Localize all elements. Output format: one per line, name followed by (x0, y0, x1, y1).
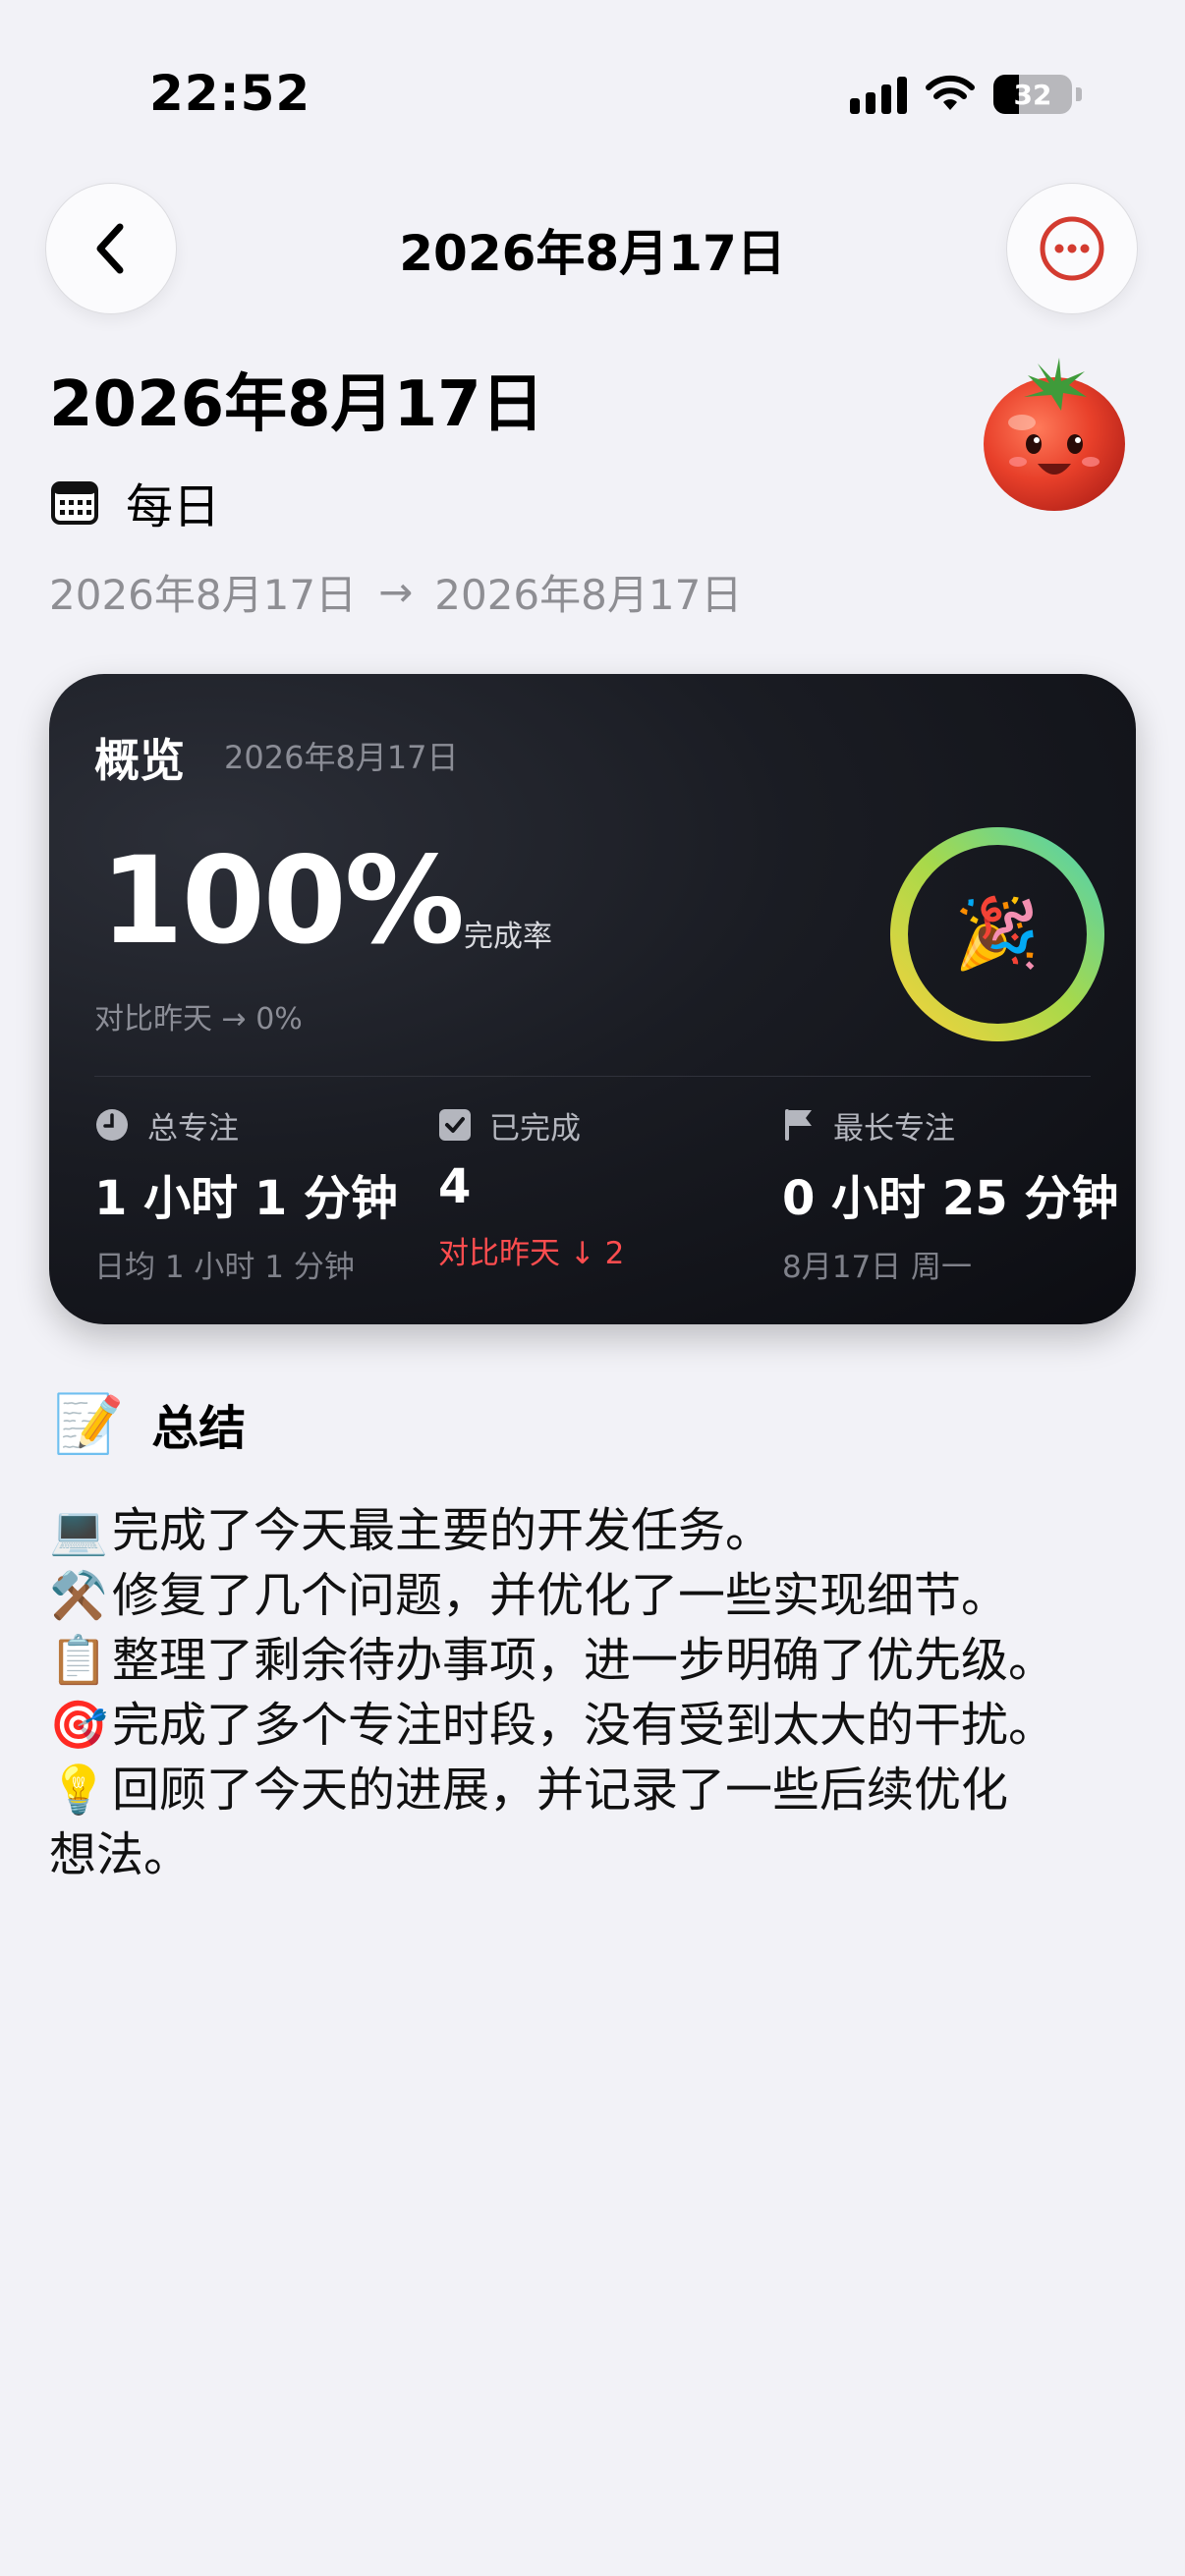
summary-body: 💻完成了今天最主要的开发任务。 ⚒️修复了几个问题，并优化了一些实现细节。 📋整… (49, 1498, 1140, 1887)
frequency-row: 每日 (49, 468, 220, 536)
tomato-mascot-icon (984, 358, 1125, 511)
ellipsis-circle-icon (1040, 216, 1104, 281)
memo-icon: 📝 (53, 1389, 125, 1457)
range-start: 2026年8月17日 (49, 571, 358, 619)
overview-date: 2026年8月17日 (224, 739, 459, 776)
clock-icon (96, 1109, 128, 1141)
wifi-icon (926, 75, 975, 110)
overview-title: 概览 (94, 734, 185, 787)
checkbox-icon (439, 1109, 471, 1141)
cellular-signal-icon (850, 75, 907, 114)
date-range: 2026年8月17日 → 2026年8月17日 (49, 562, 742, 622)
stat-label: 总专注 (147, 1110, 239, 1147)
compare-yesterday: 对比昨天 → 0% (94, 1002, 303, 1036)
completion-ring: 🎉 (890, 827, 1104, 1041)
target-icon: 🎯 (49, 1698, 108, 1753)
stat-value: 1 小时 1 分钟 (94, 1171, 398, 1226)
stat-label: 最长专注 (833, 1110, 955, 1147)
completion-rate-label: 完成率 (464, 920, 552, 954)
lightbulb-icon: 💡 (49, 1763, 108, 1818)
clipboard-icon: 📋 (49, 1633, 108, 1688)
summary-line: 💻完成了今天最主要的开发任务。 (49, 1498, 1140, 1563)
summary-line: 🎯完成了多个专注时段，没有受到太大的干扰。 (49, 1693, 1140, 1758)
stat-value: 4 (438, 1159, 472, 1214)
calendar-icon (51, 481, 98, 525)
battery-level: 32 (1013, 78, 1052, 111)
range-end: 2026年8月17日 (434, 571, 743, 619)
summary-line: 💡回顾了今天的进展，并记录了一些后续优化 (49, 1758, 1140, 1822)
status-icons: 32 (850, 75, 1082, 114)
status-bar: 22:52 32 (0, 0, 1185, 187)
stat-sub: 日均 1 小时 1 分钟 (94, 1250, 355, 1285)
stat-longest-focus: 最长专注 0 小时 25 分钟 8月17日 周一 (782, 1104, 1118, 1286)
stat-value: 0 小时 25 分钟 (782, 1171, 1119, 1226)
summary-line: 想法。 (49, 1827, 192, 1882)
battery-icon: 32 (993, 75, 1072, 114)
status-time: 22:52 (149, 65, 311, 122)
summary-line: 📋整理了剩余待办事项，进一步明确了优先级。 (49, 1628, 1140, 1693)
laptop-icon: 💻 (49, 1503, 108, 1558)
frequency-label: 每日 (126, 479, 221, 534)
card-divider (94, 1076, 1091, 1077)
summary-title: 总结 (151, 1401, 247, 1456)
stat-completed: 已完成 4 对比昨天 ↓ 2 (438, 1104, 624, 1272)
summary-header: 📝 总结 (53, 1389, 246, 1458)
overview-card[interactable]: 概览 2026年8月17日 100% 完成率 对比昨天 → 0% 🎉 总专注 1… (49, 674, 1136, 1324)
range-arrow-icon: → (378, 568, 414, 616)
more-button[interactable] (1006, 183, 1138, 314)
page-title: 2026年8月17日 (49, 368, 544, 441)
summary-line: ⚒️修复了几个问题，并优化了一些实现细节。 (49, 1563, 1140, 1628)
stat-total-focus: 总专注 1 小时 1 分钟 日均 1 小时 1 分钟 (94, 1104, 398, 1286)
stat-label: 已完成 (489, 1110, 581, 1147)
party-popper-icon: 🎉 (954, 893, 1040, 975)
completion-rate-value: 100% (100, 831, 465, 971)
stat-sub: 对比昨天 ↓ 2 (438, 1236, 625, 1271)
tools-icon: ⚒️ (49, 1568, 108, 1623)
flag-icon (785, 1109, 812, 1141)
stat-sub: 8月17日 周一 (782, 1250, 973, 1285)
